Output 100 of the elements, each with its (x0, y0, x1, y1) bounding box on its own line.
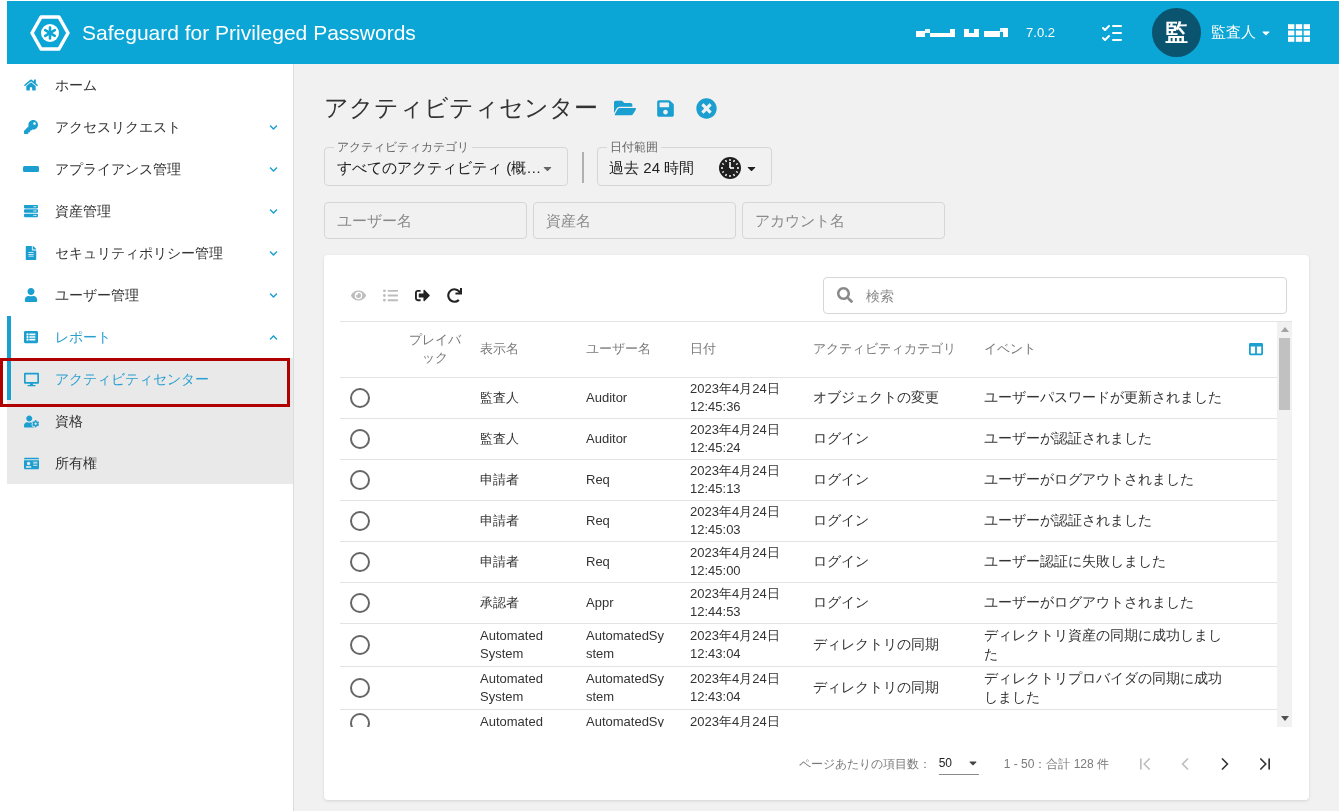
clock-icon (719, 157, 742, 179)
table-cell: Req (576, 541, 680, 582)
table-cell: Auditor (576, 377, 680, 418)
radio-button[interactable] (350, 592, 370, 613)
hexagon-logo-icon (30, 14, 70, 51)
table-cell: ユーザーが認証されました (974, 500, 1240, 541)
category-dropdown[interactable]: アクティビティカテゴリ すべてのアクティビティ (概… (324, 140, 569, 186)
key-icon (24, 120, 38, 134)
sidebar-item[interactable]: 資産管理 (7, 190, 293, 232)
radio-button[interactable] (350, 428, 370, 449)
radio-button[interactable] (350, 712, 370, 727)
table-cell: 2023年4月24日 (680, 709, 803, 727)
user-avatar[interactable]: 監 (1152, 8, 1201, 57)
table-cell: 2023年4月24日 12:45:03 (680, 500, 803, 541)
table-cell: ログイン (803, 418, 974, 459)
search-field[interactable]: 検索 (823, 277, 1287, 314)
page-size-select[interactable]: 50 (938, 752, 979, 775)
monitor-icon (23, 371, 39, 387)
table-cell: Auditor (576, 418, 680, 459)
page-size-label: ページあたりの項目数： (798, 755, 931, 773)
table-cell: ディレクトリプロバイダの同期に成功しました (974, 666, 1240, 709)
home-icon (24, 78, 38, 92)
table-cell: 申請者 (470, 541, 576, 582)
table-cell: ログイン (803, 500, 974, 541)
table-cell: 2023年4月24日 12:45:36 (680, 377, 803, 418)
radio-button[interactable] (350, 469, 370, 490)
table-cell: Req (576, 459, 680, 500)
page-title: アクティビティセンター (324, 93, 598, 123)
table-cell: ディレクトリの同期 (803, 623, 974, 666)
table-cell: 2023年4月24日 12:45:24 (680, 418, 803, 459)
table-cell: オブジェクトの変更 (803, 377, 974, 418)
table-cell: 申請者 (470, 459, 576, 500)
table-cell: 申請者 (470, 500, 576, 541)
id-card-icon (23, 455, 39, 471)
table-cell: ディレクトリの同期 (803, 666, 974, 709)
notepad-icon (24, 330, 38, 344)
table-cell: Automated System (470, 623, 576, 666)
table-cell: 監査人 (470, 377, 576, 418)
table-cell: ユーザーがログアウトされました (974, 582, 1240, 623)
sidebar-item[interactable]: ホーム (7, 64, 293, 106)
table-cell: ログイン (803, 541, 974, 582)
app-grid-icon[interactable] (1288, 23, 1310, 42)
table-cell: 2023年4月24日 12:43:04 (680, 666, 803, 709)
radio-button[interactable] (350, 551, 370, 572)
scrollbar-thumb[interactable] (1279, 338, 1290, 410)
column-header[interactable]: 日付 (680, 322, 803, 377)
sidebar-subitem[interactable]: 所有権 (7, 442, 293, 484)
table-cell: ディレクトリ資産の同期に成功しました (974, 623, 1240, 666)
columns-icon[interactable] (1249, 342, 1263, 357)
filter-input[interactable]: ユーザー名 (324, 202, 527, 239)
table-cell: 2023年4月24日 12:45:00 (680, 541, 803, 582)
sidebar-subitem[interactable]: 資格 (7, 400, 293, 442)
column-header[interactable]: プレイバック (400, 322, 470, 377)
table-cell: ユーザー認証に失敗しました (974, 541, 1240, 582)
user-icon (24, 288, 38, 302)
document-icon (24, 246, 38, 260)
close-icon[interactable] (696, 97, 717, 119)
field-label: 日付範囲 (609, 140, 660, 154)
scrollbar[interactable] (1277, 322, 1292, 727)
column-header[interactable]: ユーザー名 (576, 322, 680, 377)
sidebar-item[interactable]: アプライアンス管理 (7, 148, 293, 190)
radio-button[interactable] (350, 387, 370, 408)
radio-button[interactable] (350, 677, 370, 698)
sidebar-item[interactable]: アクセスリクエスト (7, 106, 293, 148)
date-range-dropdown[interactable]: 日付範囲 過去 24 時間 (597, 140, 773, 186)
table-cell: ユーザーがログアウトされました (974, 459, 1240, 500)
version-label: 7.0.2 (1026, 23, 1055, 42)
table-cell: AutomatedSystem (576, 623, 680, 666)
table-cell: 監査人 (470, 418, 576, 459)
export-icon[interactable] (415, 288, 430, 303)
table-cell: ユーザーが認証されました (974, 418, 1240, 459)
refresh-icon[interactable] (447, 288, 462, 303)
page-range-label: 1 - 50：合計 128 件 (1003, 755, 1109, 773)
table-cell: ユーザーパスワードが更新されました (974, 377, 1240, 418)
save-icon[interactable] (656, 98, 675, 118)
table-cell: Req (576, 500, 680, 541)
column-header[interactable]: イベント (974, 322, 1240, 377)
radio-button[interactable] (350, 510, 370, 531)
field-label: アクティビティカテゴリ (336, 140, 470, 154)
table-cell: Automated (470, 709, 576, 727)
server-icon (24, 204, 38, 218)
table-cell: 2023年4月24日 12:45:13 (680, 459, 803, 500)
table-cell: Appr (576, 582, 680, 623)
table-cell: ログイン (803, 459, 974, 500)
search-icon (837, 287, 853, 303)
sidebar-item[interactable]: ユーザー管理 (7, 274, 293, 316)
scroll-down-icon[interactable] (1280, 716, 1289, 721)
table-cell: AutomatedSystem (576, 666, 680, 709)
radio-button[interactable] (350, 634, 370, 655)
device-icon (23, 166, 39, 172)
table-cell: Automated System (470, 666, 576, 709)
column-header[interactable]: アクティビティカテゴリ (803, 322, 974, 377)
user-gear-icon (23, 413, 39, 429)
sidebar-item[interactable]: セキュリティポリシー管理 (7, 232, 293, 274)
table-cell: 2023年4月24日 12:43:04 (680, 623, 803, 666)
filter-input[interactable]: 資産名 (533, 202, 736, 239)
filter-input[interactable]: アカウント名 (742, 202, 945, 239)
table-cell: 承認者 (470, 582, 576, 623)
table-cell: ログイン (803, 582, 974, 623)
column-header[interactable]: 表示名 (470, 322, 576, 377)
